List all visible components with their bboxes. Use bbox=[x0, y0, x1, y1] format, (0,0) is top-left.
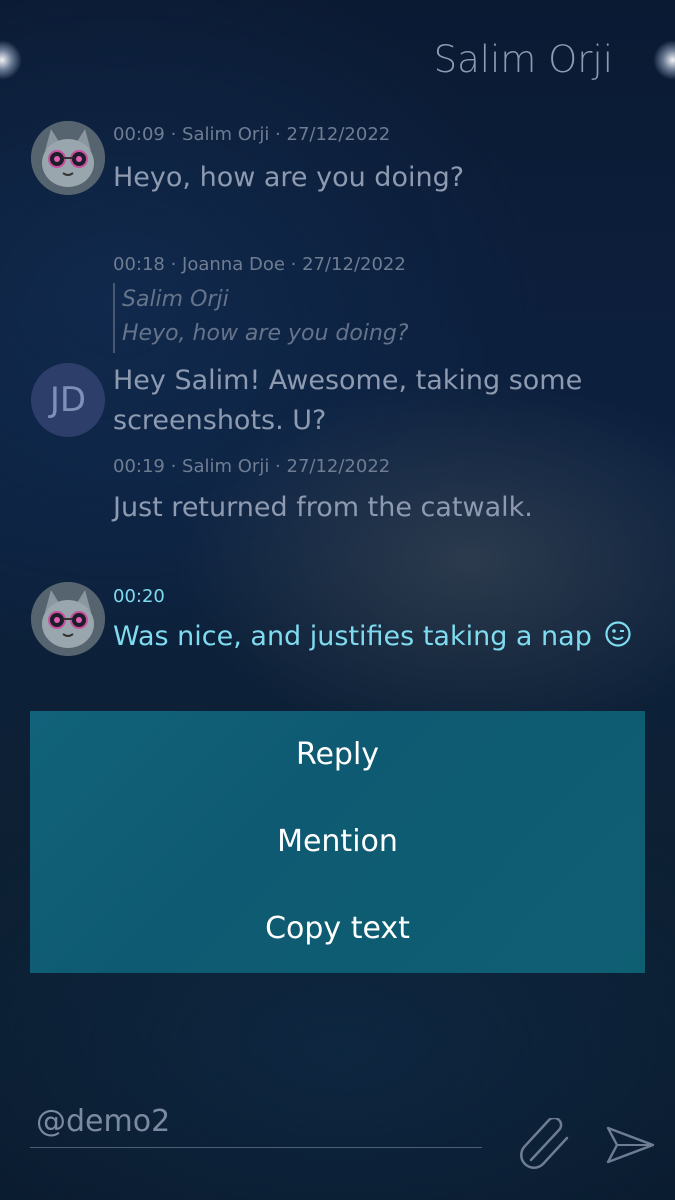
message-text[interactable]: Hey Salim! Awesome, taking some screensh… bbox=[113, 361, 582, 441]
message-text-line: Hey Salim! Awesome, taking some bbox=[113, 365, 583, 396]
reply-menu-item[interactable]: Reply bbox=[30, 711, 645, 798]
quoted-message[interactable]: Salim Orji Heyo, how are you doing? bbox=[113, 283, 409, 353]
message-text-content: Was nice, and justifies taking a nap bbox=[113, 621, 592, 652]
message-text[interactable]: Heyo, how are you doing? bbox=[113, 158, 464, 198]
ambient-light-left-icon bbox=[0, 40, 22, 80]
ambient-light-right-icon bbox=[653, 40, 675, 80]
avatar[interactable]: JD bbox=[31, 363, 105, 437]
mention-menu-item[interactable]: Mention bbox=[30, 798, 645, 885]
message-input[interactable] bbox=[30, 1095, 482, 1148]
send-button[interactable] bbox=[605, 1124, 657, 1166]
message-meta: 00:18 · Joanna Doe · 27/12/2022 bbox=[113, 254, 406, 275]
message-meta: 00:20 bbox=[113, 586, 165, 607]
message-text[interactable]: Was nice, and justifies taking a nap bbox=[113, 617, 632, 657]
attach-button[interactable] bbox=[515, 1116, 573, 1170]
cat-avatar-icon bbox=[31, 582, 105, 656]
avatar[interactable] bbox=[31, 582, 105, 656]
quote-author: Salim Orji bbox=[122, 287, 229, 312]
message-text[interactable]: Just returned from the catwalk. bbox=[113, 488, 533, 528]
copy-text-menu-item[interactable]: Copy text bbox=[30, 885, 645, 972]
wink-emoji-icon bbox=[605, 621, 632, 647]
page-title: Salim Orji bbox=[433, 38, 613, 81]
cat-avatar-icon bbox=[31, 121, 105, 195]
message-meta: 00:09 · Salim Orji · 27/12/2022 bbox=[113, 124, 391, 145]
message-text-line: screenshots. U? bbox=[113, 405, 327, 436]
quote-text: Heyo, how are you doing? bbox=[122, 321, 409, 346]
message-meta: 00:19 · Salim Orji · 27/12/2022 bbox=[113, 456, 391, 477]
send-icon bbox=[606, 1126, 655, 1164]
avatar[interactable] bbox=[31, 121, 105, 195]
paperclip-icon bbox=[520, 1116, 569, 1169]
message-context-menu: Reply Mention Copy text bbox=[30, 711, 645, 973]
